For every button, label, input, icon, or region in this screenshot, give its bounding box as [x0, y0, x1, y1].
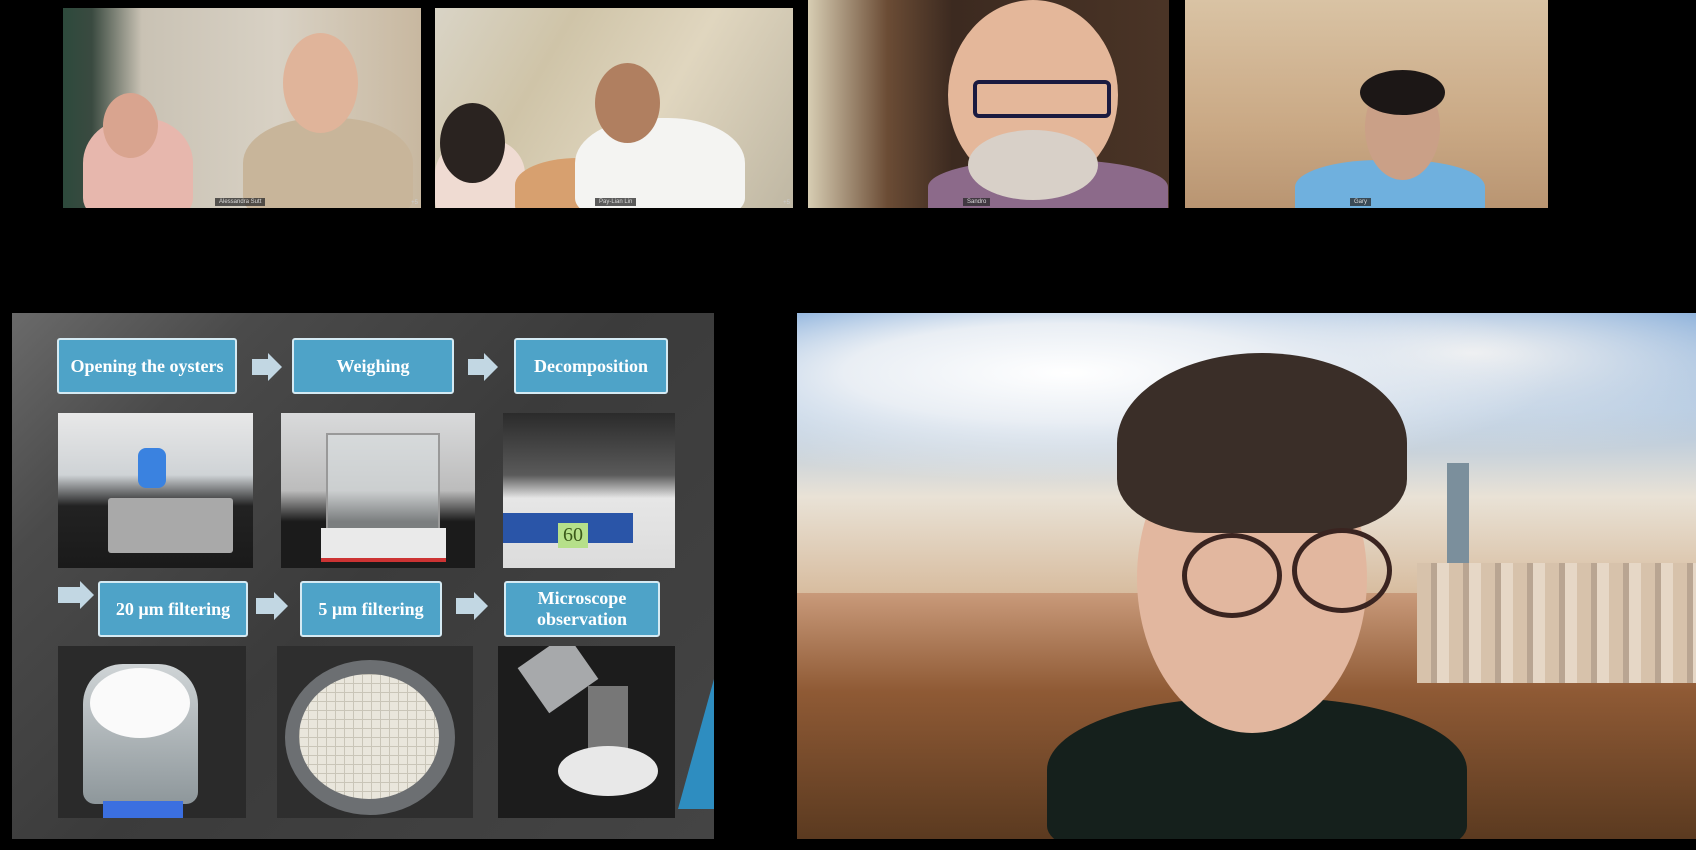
speaker-hair — [1117, 353, 1407, 533]
step-20um-filtering: 20 µm filtering — [98, 581, 248, 637]
objective-lens — [517, 646, 599, 714]
filter-disc — [90, 668, 190, 738]
more-indicator: +5 — [411, 200, 418, 206]
participant-tile[interactable]: Alessandra Sutt +5 — [63, 8, 421, 208]
glasses — [973, 80, 1111, 118]
beard — [968, 130, 1098, 200]
filter-funnel-photo — [58, 646, 246, 818]
scale-base — [321, 528, 446, 562]
decorative-triangle — [678, 679, 714, 809]
participant-face — [103, 93, 158, 158]
participant-tile[interactable]: Pay-Lian Lin +5 — [435, 8, 793, 208]
shaker-incubator-photo: 60 — [503, 413, 675, 568]
participant-name-tag: Sandro — [963, 198, 991, 206]
city-buildings — [1417, 563, 1696, 683]
step-opening-oysters: Opening the oysters — [57, 338, 237, 394]
sample-filter — [558, 746, 658, 796]
participant-face — [283, 33, 358, 133]
participant-name-tag: Pay-Lian Lin — [595, 198, 637, 206]
participant-name-tag: Gary — [1350, 198, 1372, 206]
step-decomposition: Decomposition — [514, 338, 668, 394]
funnel-base — [103, 801, 183, 818]
participant-tile[interactable]: Sandro — [808, 0, 1169, 208]
glove — [138, 448, 166, 488]
active-speaker-video[interactable] — [797, 313, 1696, 839]
scale-chamber — [326, 433, 440, 537]
microscope-photo — [498, 646, 675, 818]
oyster-opening-photo — [58, 413, 253, 568]
shared-screen-slide: Opening the oysters Weighing Decompositi… — [12, 313, 714, 839]
participant-video — [575, 118, 745, 208]
participant-hair — [1360, 70, 1445, 115]
step-microscope-observation: Microscope observation — [504, 581, 660, 637]
step-weighing: Weighing — [292, 338, 454, 394]
balance-scale-photo — [281, 413, 475, 568]
tray — [108, 498, 233, 553]
more-indicator: +5 — [783, 200, 790, 206]
participant-face — [595, 63, 660, 143]
grid-membrane — [299, 674, 439, 799]
participant-name-tag: Alessandra Sutt — [215, 198, 266, 206]
participant-face — [440, 103, 505, 183]
incubator-tag: 60 — [558, 523, 588, 548]
glasses — [1292, 528, 1392, 613]
glasses — [1182, 533, 1282, 618]
grid-filter-membrane-photo — [277, 646, 473, 818]
step-5um-filtering: 5 µm filtering — [300, 581, 442, 637]
participant-tile[interactable]: Gary — [1185, 0, 1548, 208]
